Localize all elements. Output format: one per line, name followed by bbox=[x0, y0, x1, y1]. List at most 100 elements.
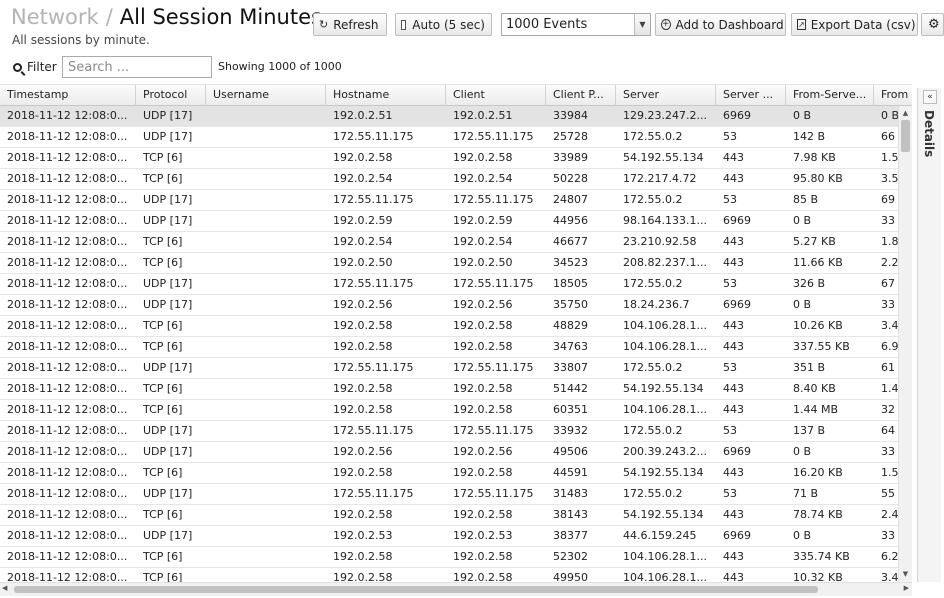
table-row[interactable]: 2018-11-12 12:08:0... UDP [17] 172.55.11.1… bbox=[0, 190, 898, 211]
refresh-button[interactable]: ↻ Refresh bbox=[313, 13, 387, 36]
column-header-client[interactable]: Client bbox=[446, 85, 546, 106]
cell-protocol: UDP [17] bbox=[143, 361, 193, 374]
export-csv-button[interactable]: ↗ Export Data (csv) bbox=[791, 13, 918, 36]
cell-from-server: 0 B bbox=[793, 109, 812, 122]
double-chevron-left-icon[interactable]: « bbox=[923, 90, 937, 104]
scroll-right-icon[interactable]: ▶ bbox=[904, 584, 909, 592]
cell-client-port: 49506 bbox=[553, 445, 588, 458]
table-body: 2018-11-12 12:08:0... UDP [17] 192.0.2.51 1… bbox=[0, 106, 899, 582]
column-header-from-server[interactable]: From-Serve... bbox=[786, 85, 874, 106]
table-row[interactable]: 2018-11-12 12:08:0... UDP [17] 172.55.11.1… bbox=[0, 358, 898, 379]
cell-timestamp: 2018-11-12 12:08:0... bbox=[7, 403, 128, 416]
cell-username bbox=[206, 358, 326, 378]
table-row[interactable]: 2018-11-12 12:08:0... TCP [6] 192.0.2.58 19… bbox=[0, 316, 899, 337]
column-header-server[interactable]: Server bbox=[616, 85, 716, 106]
cell-timestamp: 2018-11-12 12:08:0... bbox=[7, 361, 128, 374]
page-subtitle: All sessions by minute. bbox=[12, 33, 150, 47]
table-row[interactable]: 2018-11-12 12:08:0... TCP [6] 192.0.2.54 19… bbox=[0, 169, 899, 190]
cell-hostname: 172.55.11.175 bbox=[333, 361, 414, 374]
cell-username bbox=[206, 484, 326, 504]
cell-hostname: 192.0.2.58 bbox=[333, 319, 393, 332]
table-row[interactable]: 2018-11-12 12:08:0... TCP [6] 192.0.2.58 19… bbox=[0, 400, 898, 421]
cell-timestamp: 2018-11-12 12:08:0... bbox=[7, 193, 128, 206]
chevron-down-icon[interactable]: ▼ bbox=[634, 14, 650, 35]
details-panel[interactable]: « Details bbox=[917, 88, 941, 582]
table-row[interactable]: 2018-11-12 12:08:0... UDP [17] 172.55.11.1… bbox=[0, 274, 898, 295]
table-row[interactable]: 2018-11-12 12:08:0... TCP [6] 192.0.2.58 19… bbox=[0, 463, 899, 484]
settings-button[interactable]: ⚙ bbox=[921, 13, 944, 36]
cell-server: 172.55.0.2 bbox=[623, 130, 683, 143]
cell-from-server: 326 B bbox=[793, 277, 826, 290]
cell-server: 172.55.0.2 bbox=[623, 424, 683, 437]
scroll-left-icon[interactable]: ◀ bbox=[2, 584, 7, 592]
column-header-username[interactable]: Username bbox=[206, 85, 326, 106]
search-icon bbox=[13, 62, 22, 72]
cell-timestamp: 2018-11-12 12:08:0... bbox=[7, 340, 128, 353]
search-input[interactable] bbox=[62, 56, 212, 78]
table-row[interactable]: 2018-11-12 12:08:0... UDP [17] 172.55.11.1… bbox=[0, 421, 898, 442]
cell-protocol: UDP [17] bbox=[143, 529, 193, 542]
vertical-scroll-thumb[interactable] bbox=[901, 120, 910, 152]
scroll-down-icon[interactable]: ▼ bbox=[899, 567, 912, 580]
horizontal-scrollbar[interactable]: ◀ ▶ bbox=[0, 582, 912, 596]
column-header-protocol[interactable]: Protocol bbox=[136, 85, 206, 106]
table-row[interactable]: 2018-11-12 12:08:0... UDP [17] 192.0.2.53 1… bbox=[0, 526, 898, 547]
horizontal-scroll-thumb[interactable] bbox=[14, 586, 818, 593]
breadcrumb-network[interactable]: Network bbox=[11, 5, 99, 29]
add-to-dashboard-button[interactable]: + Add to Dashboard bbox=[655, 13, 786, 36]
table-row[interactable]: 2018-11-12 12:08:0... TCP [6] 192.0.2.58 19… bbox=[0, 547, 899, 568]
cell-server: 104.106.28.1... bbox=[623, 340, 707, 353]
table-row[interactable]: 2018-11-12 12:08:0... UDP [17] 192.0.2.56 1… bbox=[0, 295, 898, 316]
cell-client: 192.0.2.58 bbox=[453, 571, 513, 582]
cell-server: 172.217.4.72 bbox=[623, 172, 697, 185]
cell-server-port: 443 bbox=[723, 151, 744, 164]
cell-protocol: TCP [6] bbox=[143, 382, 183, 395]
cell-client: 192.0.2.58 bbox=[453, 319, 513, 332]
vertical-scrollbar[interactable]: ▲ ▼ bbox=[898, 106, 912, 582]
table-row[interactable]: 2018-11-12 12:08:0... TCP [6] 192.0.2.58 19… bbox=[0, 568, 899, 582]
table-row[interactable]: 2018-11-12 12:08:0... UDP [17] 172.55.11.1… bbox=[0, 127, 898, 148]
table-row[interactable]: 2018-11-12 12:08:0... UDP [17] 172.55.11.1… bbox=[0, 484, 898, 505]
column-header-timestamp[interactable]: Timestamp bbox=[0, 85, 136, 106]
table-row[interactable]: 2018-11-12 12:08:0... TCP [6] 192.0.2.50 19… bbox=[0, 253, 899, 274]
cell-hostname: 192.0.2.59 bbox=[333, 214, 393, 227]
cell-protocol: TCP [6] bbox=[143, 340, 183, 353]
column-header-client-port[interactable]: Client P... bbox=[546, 85, 616, 106]
table-row[interactable]: 2018-11-12 12:08:0... TCP [6] 192.0.2.58 19… bbox=[0, 148, 899, 169]
auto-refresh-label: Auto (5 sec) bbox=[412, 17, 485, 32]
table-row[interactable]: 2018-11-12 12:08:0... UDP [17] 192.0.2.51 1… bbox=[0, 106, 899, 127]
scroll-up-icon[interactable]: ▲ bbox=[899, 106, 912, 119]
cell-client: 172.55.11.175 bbox=[453, 277, 534, 290]
filter-label-text: Filter bbox=[27, 60, 57, 74]
table-row[interactable]: 2018-11-12 12:08:0... TCP [6] 192.0.2.54 19… bbox=[0, 232, 899, 253]
cell-server-port: 6969 bbox=[723, 214, 751, 227]
cell-from-server: 0 B bbox=[793, 529, 812, 542]
cell-protocol: TCP [6] bbox=[143, 466, 183, 479]
cell-protocol: UDP [17] bbox=[143, 424, 193, 437]
events-count-select[interactable]: 1000 Events ▼ bbox=[501, 13, 651, 36]
cell-server-port: 6969 bbox=[723, 445, 751, 458]
cell-server: 104.106.28.1... bbox=[623, 319, 707, 332]
auto-refresh-checkbox[interactable] bbox=[401, 19, 407, 30]
cell-client-port: 51442 bbox=[553, 382, 588, 395]
column-header-hostname[interactable]: Hostname bbox=[326, 85, 446, 106]
cell-timestamp: 2018-11-12 12:08:0... bbox=[7, 466, 128, 479]
cell-username bbox=[206, 400, 326, 420]
cell-from-server: 71 B bbox=[793, 487, 819, 500]
column-header-server-port[interactable]: Server ... bbox=[716, 85, 786, 106]
table-row[interactable]: 2018-11-12 12:08:0... TCP [6] 192.0.2.58 19… bbox=[0, 337, 899, 358]
auto-refresh-toggle[interactable]: Auto (5 sec) bbox=[395, 13, 492, 36]
column-header-from[interactable]: From bbox=[874, 85, 912, 106]
sessions-table: Timestamp Protocol Username Hostname Client C… bbox=[0, 84, 912, 582]
cell-hostname: 192.0.2.58 bbox=[333, 151, 393, 164]
table-row[interactable]: 2018-11-12 12:08:0... TCP [6] 192.0.2.58 19… bbox=[0, 379, 899, 400]
table-row[interactable]: 2018-11-12 12:08:0... TCP [6] 192.0.2.58 19… bbox=[0, 505, 899, 526]
table-row[interactable]: 2018-11-12 12:08:0... UDP [17] 192.0.2.56 1… bbox=[0, 442, 898, 463]
cell-username bbox=[206, 379, 326, 399]
refresh-label: Refresh bbox=[333, 17, 379, 32]
table-row[interactable]: 2018-11-12 12:08:0... UDP [17] 192.0.2.59 1… bbox=[0, 211, 898, 232]
cell-server: 200.39.243.2... bbox=[623, 445, 707, 458]
cell-client-port: 46677 bbox=[553, 235, 588, 248]
cell-from-server: 0 B bbox=[793, 214, 812, 227]
cell-username bbox=[206, 253, 326, 273]
